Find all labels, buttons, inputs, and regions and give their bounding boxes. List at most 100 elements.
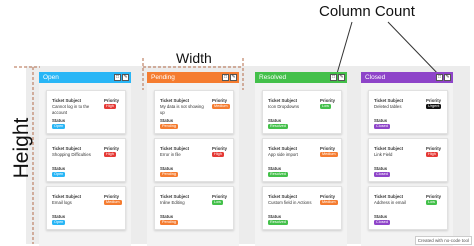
status-label: Status xyxy=(268,214,282,219)
column-header-icons: □ ✎ xyxy=(436,74,451,81)
ticket-subject-value: Cannot log in to the account xyxy=(52,104,90,115)
priority-label: Priority xyxy=(104,146,120,151)
ticket-subject-label: Ticket Subject xyxy=(268,194,298,199)
edit-icon[interactable]: ✎ xyxy=(338,74,345,81)
ticket-subject-value: Custom field in Actions xyxy=(268,200,312,205)
status-badge: Closed xyxy=(374,172,390,177)
priority-badge: High xyxy=(104,152,116,157)
ticket-subject-value: Link Field xyxy=(374,152,393,157)
status-label: Status xyxy=(374,214,388,219)
ticket-subject-label: Ticket Subject xyxy=(160,146,190,151)
priority-badge: Urgent xyxy=(426,104,442,109)
priority-badge: Medium xyxy=(320,152,338,157)
ticket-card[interactable]: Ticket Subject Cannot log in to the accou… xyxy=(46,90,126,134)
ticket-card[interactable]: Ticket Subject Inline Editing Priority Low S… xyxy=(154,186,234,230)
status-badge: Resolved xyxy=(268,220,288,225)
column-header: Pending □ ✎ xyxy=(147,72,239,83)
ticket-subject-label: Ticket Subject xyxy=(374,194,404,199)
ticket-subject-label: Ticket Subject xyxy=(268,146,298,151)
column-title: Closed xyxy=(365,74,386,81)
ticket-card[interactable]: Ticket Subject Shopping Difficulties Prior… xyxy=(46,138,126,182)
ticket-card[interactable]: Ticket Subject Deleted tables Priority Urge… xyxy=(368,90,448,134)
status-label: Status xyxy=(374,166,388,171)
ticket-subject-label: Ticket Subject xyxy=(160,194,190,199)
ticket-subject-value: Inline Editing xyxy=(160,200,185,205)
ticket-subject-value: Shopping Difficulties xyxy=(52,152,91,157)
priority-label: Priority xyxy=(212,146,228,151)
status-badge: Pending xyxy=(160,124,178,129)
ticket-card[interactable]: Ticket Subject Error in file Priority High S… xyxy=(154,138,234,182)
collapse-icon[interactable]: □ xyxy=(436,74,443,81)
column-title: Resolved xyxy=(259,74,287,81)
status-badge: Open xyxy=(52,124,66,129)
priority-badge: High xyxy=(212,152,224,157)
priority-label: Priority xyxy=(320,98,336,103)
ticket-card[interactable]: Ticket Subject My data is not showing up P… xyxy=(154,90,234,134)
ticket-subject-value: Email logs xyxy=(52,200,72,205)
priority-label: Priority xyxy=(426,194,442,199)
watermark: Created with no-code tool xyxy=(414,236,472,245)
ticket-subject-label: Ticket Subject xyxy=(52,194,82,199)
status-label: Status xyxy=(160,166,174,171)
priority-badge: Low xyxy=(426,200,437,205)
priority-badge: High xyxy=(104,104,116,109)
ticket-subject-value: Icon Dropdowns xyxy=(268,104,300,109)
ticket-card[interactable]: Ticket Subject Address in email Priority Lo… xyxy=(368,186,448,230)
ticket-subject-label: Ticket Subject xyxy=(52,98,82,103)
column-header: Resolved □ ✎ xyxy=(255,72,347,83)
ticket-card[interactable]: Ticket Subject Custom field in Actions Pri… xyxy=(262,186,342,230)
column-header: Closed □ ✎ xyxy=(361,72,453,83)
status-badge: Resolved xyxy=(268,124,288,129)
status-badge: Open xyxy=(52,172,66,177)
priority-badge: Low xyxy=(320,104,331,109)
column-title: Pending xyxy=(151,74,175,81)
priority-label: Priority xyxy=(104,98,120,103)
priority-badge: Low xyxy=(212,200,223,205)
column-resolved: Resolved □ ✎ Ticket Subject Icon Dropdowns Pr… xyxy=(255,72,347,246)
status-badge: Resolved xyxy=(268,172,288,177)
edit-icon[interactable]: ✎ xyxy=(230,74,237,81)
status-badge: Closed xyxy=(374,220,390,225)
collapse-icon[interactable]: □ xyxy=(114,74,121,81)
priority-label: Priority xyxy=(320,146,336,151)
column-title: Open xyxy=(43,74,59,81)
priority-label: Priority xyxy=(320,194,336,199)
edit-icon[interactable]: ✎ xyxy=(444,74,451,81)
priority-label: Priority xyxy=(426,146,442,151)
priority-label: Priority xyxy=(426,98,442,103)
priority-label: Priority xyxy=(104,194,120,199)
status-badge: Closed xyxy=(374,124,390,129)
status-label: Status xyxy=(160,214,174,219)
status-label: Status xyxy=(374,118,388,123)
status-label: Status xyxy=(268,166,282,171)
ticket-subject-value: Address in email xyxy=(374,200,406,205)
priority-badge: Medium xyxy=(104,200,122,205)
ticket-card[interactable]: Ticket Subject App side import Priority Med… xyxy=(262,138,342,182)
ticket-subject-value: Error in file xyxy=(160,152,181,157)
status-label: Status xyxy=(52,214,66,219)
priority-badge: Medium xyxy=(320,200,338,205)
ticket-subject-label: Ticket Subject xyxy=(52,146,82,151)
edit-icon[interactable]: ✎ xyxy=(122,74,129,81)
ticket-subject-value: App side import xyxy=(268,152,298,157)
ticket-card[interactable]: Ticket Subject Link Field Priority High Stat… xyxy=(368,138,448,182)
column-closed: Closed □ ✎ Ticket Subject Deleted tables Prio… xyxy=(361,72,453,246)
ticket-subject-label: Ticket Subject xyxy=(160,98,190,103)
column-header: Open □ ✎ xyxy=(39,72,131,83)
ticket-card[interactable]: Ticket Subject Icon Dropdowns Priority Low S… xyxy=(262,90,342,134)
status-badge: Open xyxy=(52,220,66,225)
column-count-arrow-1 xyxy=(335,21,353,78)
status-label: Status xyxy=(52,166,66,171)
column-header-icons: □ ✎ xyxy=(330,74,345,81)
priority-label: Priority xyxy=(212,98,228,103)
collapse-icon[interactable]: □ xyxy=(330,74,337,81)
priority-label: Priority xyxy=(212,194,228,199)
collapse-icon[interactable]: □ xyxy=(222,74,229,81)
status-label: Status xyxy=(52,118,66,123)
status-badge: Pending xyxy=(160,172,178,177)
priority-badge: High xyxy=(426,152,438,157)
status-badge: Pending xyxy=(160,220,178,225)
column-header-icons: □ ✎ xyxy=(114,74,129,81)
ticket-card[interactable]: Ticket Subject Email logs Priority Medium St… xyxy=(46,186,126,230)
column-pending: Pending □ ✎ Ticket Subject My data is not sh… xyxy=(147,72,239,246)
